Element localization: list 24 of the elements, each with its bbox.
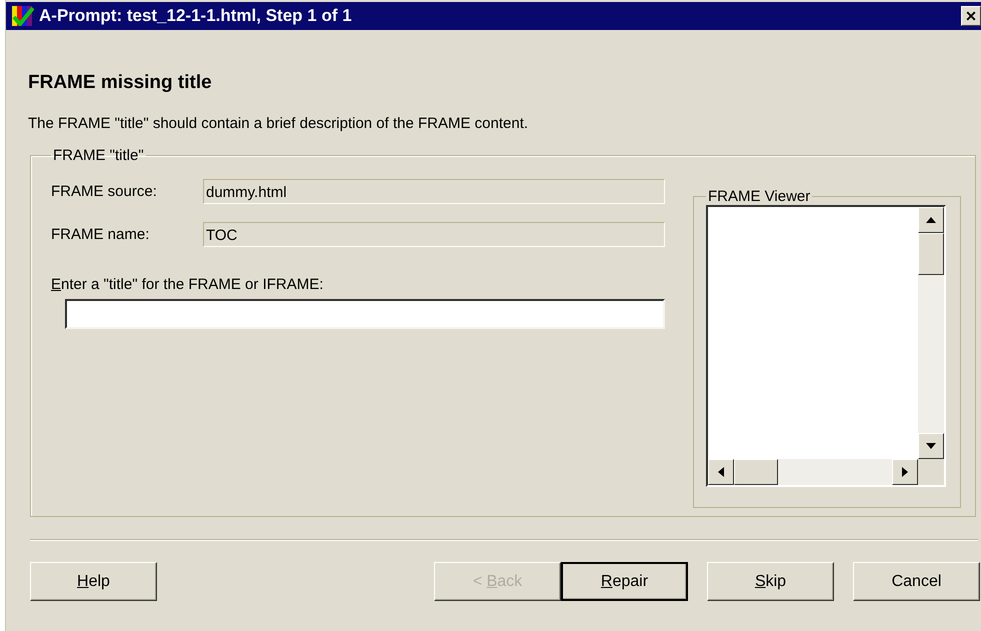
field-label: FRAME name: bbox=[51, 226, 150, 243]
scroll-right-button[interactable] bbox=[892, 459, 918, 485]
group-label: FRAME "title" bbox=[52, 147, 145, 164]
field-label: FRAME source: bbox=[51, 183, 158, 200]
readonly-field: dummy.html bbox=[203, 179, 665, 204]
scrollbar-corner bbox=[918, 459, 944, 485]
scroll-down-button[interactable] bbox=[918, 433, 944, 459]
close-button[interactable]: × bbox=[961, 6, 981, 26]
dialog-button[interactable]: Repair bbox=[561, 562, 688, 601]
description-text: The FRAME "title" should contain a brief description of the FRAME content. bbox=[28, 115, 530, 132]
readonly-field: TOC bbox=[203, 222, 665, 247]
group-label: FRAME Viewer bbox=[707, 188, 812, 205]
scroll-up-button[interactable] bbox=[918, 207, 944, 233]
app-icon bbox=[12, 6, 34, 26]
dialog-button[interactable]: Cancel bbox=[853, 562, 980, 601]
field-label: Enter a "title" for the FRAME or IFRAME: bbox=[51, 276, 324, 293]
scroll-left-button[interactable] bbox=[708, 459, 734, 485]
dialog-button[interactable]: Skip bbox=[707, 562, 834, 601]
dialog-button[interactable]: Help bbox=[30, 562, 157, 601]
title-input-field[interactable] bbox=[65, 299, 665, 329]
dialog-heading: FRAME missing title bbox=[28, 72, 213, 94]
scrollbar-thumb[interactable] bbox=[734, 459, 778, 485]
scrollbar-thumb[interactable] bbox=[918, 233, 944, 275]
window-title: A-Prompt: test_12-1-1.html, Step 1 of 1 bbox=[39, 6, 353, 26]
